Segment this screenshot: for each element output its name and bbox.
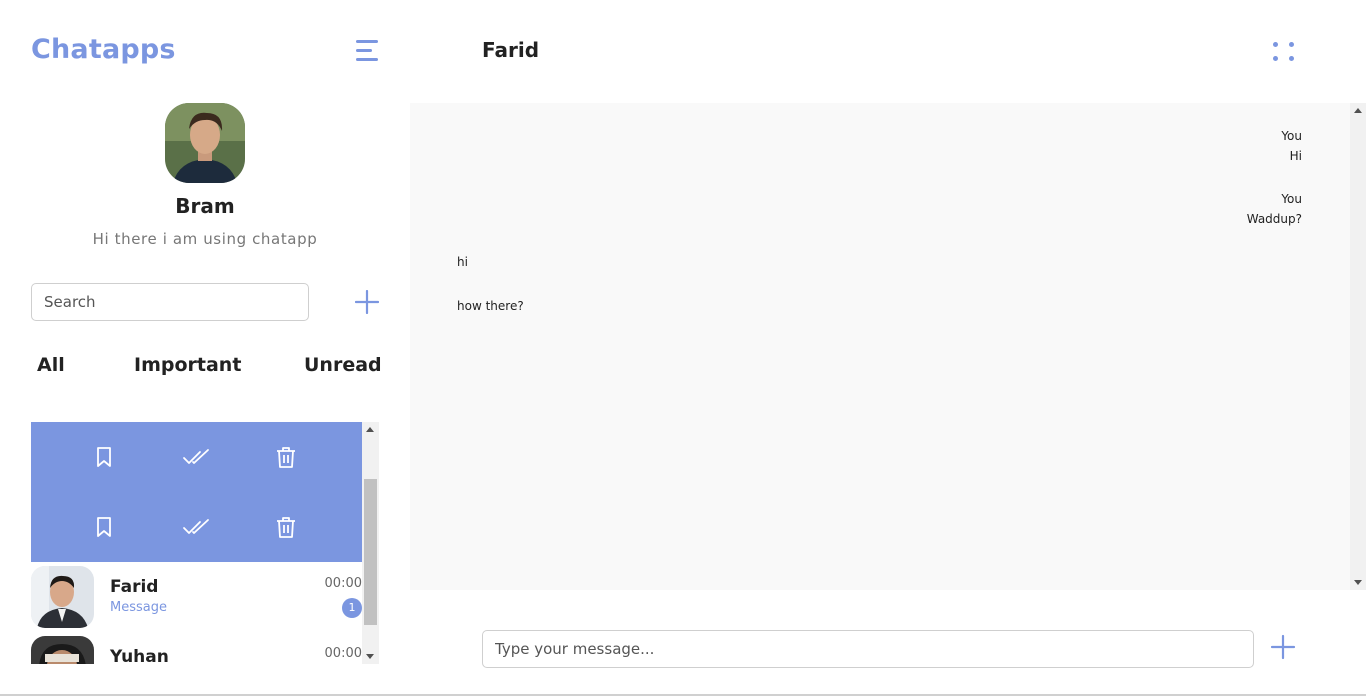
tab-important[interactable]: Important (134, 354, 241, 376)
contact-photo (31, 636, 94, 664)
send-attach-button[interactable] (1270, 634, 1296, 660)
mark-read-button[interactable] (182, 445, 210, 469)
message-outgoing: You Waddup? (1247, 189, 1302, 229)
scrollbar-thumb[interactable] (364, 479, 377, 625)
search-input[interactable] (31, 283, 309, 321)
message-text: Hi (1289, 149, 1302, 163)
message-text: hi (457, 255, 468, 269)
four-dots-icon-dot (1273, 56, 1278, 61)
profile-name: Bram (175, 194, 235, 218)
menu-button[interactable] (356, 40, 380, 62)
chat-actions-row (31, 492, 362, 562)
trash-icon (277, 447, 295, 468)
delete-button[interactable] (274, 445, 298, 469)
profile-status: Hi there i am using chatapp (92, 230, 318, 248)
app-brand: Chatapps (31, 34, 176, 65)
unread-badge: 1 (342, 598, 362, 618)
four-dots-icon-dot (1289, 56, 1294, 61)
message-sender: You (1281, 192, 1302, 206)
plus-icon (354, 289, 380, 315)
hamburger-menu-icon (356, 40, 378, 43)
chat-time: 00:00 (324, 576, 362, 591)
four-dots-icon-dot (1289, 42, 1294, 47)
scroll-up-arrow[interactable] (366, 427, 374, 432)
chat-name: Farid (110, 577, 159, 597)
message-area-scrollbar[interactable] (1350, 103, 1366, 590)
chat-contact-name: Farid (482, 38, 540, 62)
double-check-icon (183, 519, 209, 534)
profile-avatar[interactable] (165, 103, 245, 183)
tab-all[interactable]: All (37, 354, 65, 376)
chat-actions-row (31, 422, 362, 492)
message-outgoing: You Hi (1281, 126, 1302, 166)
chat-preview: Message (110, 600, 167, 615)
message-text: how there? (457, 299, 524, 313)
message-input[interactable] (482, 630, 1254, 668)
chat-filter-tabs: All Important Unread (0, 354, 410, 384)
bookmark-icon (97, 517, 111, 537)
hamburger-menu-icon-line (356, 49, 372, 52)
scroll-down-arrow[interactable] (366, 654, 374, 659)
tab-unread[interactable]: Unread (304, 354, 382, 376)
scroll-up-arrow[interactable] (1354, 108, 1362, 113)
delete-button[interactable] (274, 515, 298, 539)
trash-icon (277, 517, 295, 538)
bookmark-button[interactable] (92, 515, 116, 539)
chat-item-farid[interactable]: Farid Message 00:00 1 (31, 562, 362, 628)
message-incoming: how there? (457, 296, 524, 316)
add-chat-button[interactable] (354, 289, 380, 315)
bookmark-icon (97, 447, 111, 467)
message-sender: You (1281, 129, 1302, 143)
profile-photo (165, 103, 245, 183)
message-text: Waddup? (1246, 212, 1302, 226)
hamburger-menu-icon-line (356, 58, 378, 61)
plus-icon (1270, 634, 1296, 660)
message-area: You Hi You Waddup? hi how there? (410, 103, 1350, 590)
bookmark-button[interactable] (92, 445, 116, 469)
four-dots-icon (1273, 42, 1278, 47)
chat-list: Farid Message 00:00 1 Yuhan 00:00 (31, 422, 379, 664)
avatar (31, 636, 94, 664)
chat-name: Yuhan (110, 647, 169, 664)
message-incoming: hi (457, 252, 468, 272)
double-check-icon (183, 449, 209, 464)
scroll-down-arrow[interactable] (1354, 580, 1362, 585)
chat-time: 00:00 (324, 646, 362, 661)
mark-read-button[interactable] (182, 515, 210, 539)
avatar (31, 566, 94, 628)
chat-list-scrollbar[interactable] (362, 422, 379, 664)
more-options-button[interactable] (1270, 38, 1298, 66)
contact-photo (31, 566, 94, 628)
chat-item-yuhan[interactable]: Yuhan 00:00 (31, 632, 362, 664)
